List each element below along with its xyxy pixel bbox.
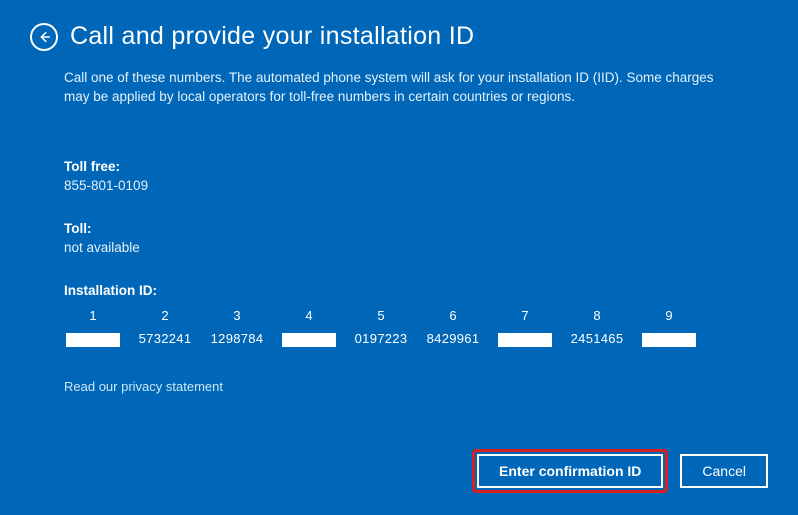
- header: Call and provide your installation ID: [0, 0, 798, 61]
- iid-redacted-block: [498, 333, 552, 347]
- iid-column: 5 0197223: [352, 308, 410, 349]
- iid-col-header: 5: [377, 308, 384, 323]
- iid-col-header: 4: [305, 308, 312, 323]
- description-text: Call one of these numbers. The automated…: [64, 69, 734, 107]
- footer-buttons: Enter confirmation ID Cancel: [472, 449, 768, 493]
- back-button[interactable]: [30, 23, 58, 51]
- iid-column: 7: [496, 308, 554, 349]
- iid-column: 1: [64, 308, 122, 349]
- privacy-statement-link[interactable]: Read our privacy statement: [64, 379, 734, 394]
- toll-free-label: Toll free:: [64, 159, 734, 174]
- iid-col-header: 1: [89, 308, 96, 323]
- iid-col-header: 7: [521, 308, 528, 323]
- cancel-button[interactable]: Cancel: [680, 454, 768, 488]
- iid-column: 2 5732241: [136, 308, 194, 349]
- iid-column: 8 2451465: [568, 308, 626, 349]
- iid-value: 5732241: [139, 331, 192, 349]
- iid-col-header: 6: [449, 308, 456, 323]
- iid-value: 8429961: [427, 331, 480, 349]
- highlight-annotation: Enter confirmation ID: [472, 449, 668, 493]
- iid-redacted-block: [282, 333, 336, 347]
- iid-column: 3 1298784: [208, 308, 266, 349]
- toll-value: not available: [64, 240, 734, 255]
- page-title: Call and provide your installation ID: [70, 22, 474, 51]
- iid-value: 0197223: [355, 331, 408, 349]
- installation-id-label: Installation ID:: [64, 283, 734, 298]
- iid-col-header: 3: [233, 308, 240, 323]
- enter-confirmation-id-button[interactable]: Enter confirmation ID: [477, 454, 663, 488]
- iid-redacted-block: [66, 333, 120, 347]
- toll-label: Toll:: [64, 221, 734, 236]
- toll-free-value: 855-801-0109: [64, 178, 734, 193]
- iid-col-header: 8: [593, 308, 600, 323]
- iid-value: 2451465: [571, 331, 624, 349]
- iid-col-header: 2: [161, 308, 168, 323]
- iid-column: 9: [640, 308, 698, 349]
- iid-col-header: 9: [665, 308, 672, 323]
- iid-column: 6 8429961: [424, 308, 482, 349]
- iid-value: 1298784: [211, 331, 264, 349]
- back-arrow-icon: [37, 30, 51, 44]
- iid-redacted-block: [642, 333, 696, 347]
- content-area: Call one of these numbers. The automated…: [0, 61, 798, 394]
- installation-id-table: 1 2 5732241 3 1298784 4 5 0197223 6 8429…: [64, 308, 734, 349]
- iid-column: 4: [280, 308, 338, 349]
